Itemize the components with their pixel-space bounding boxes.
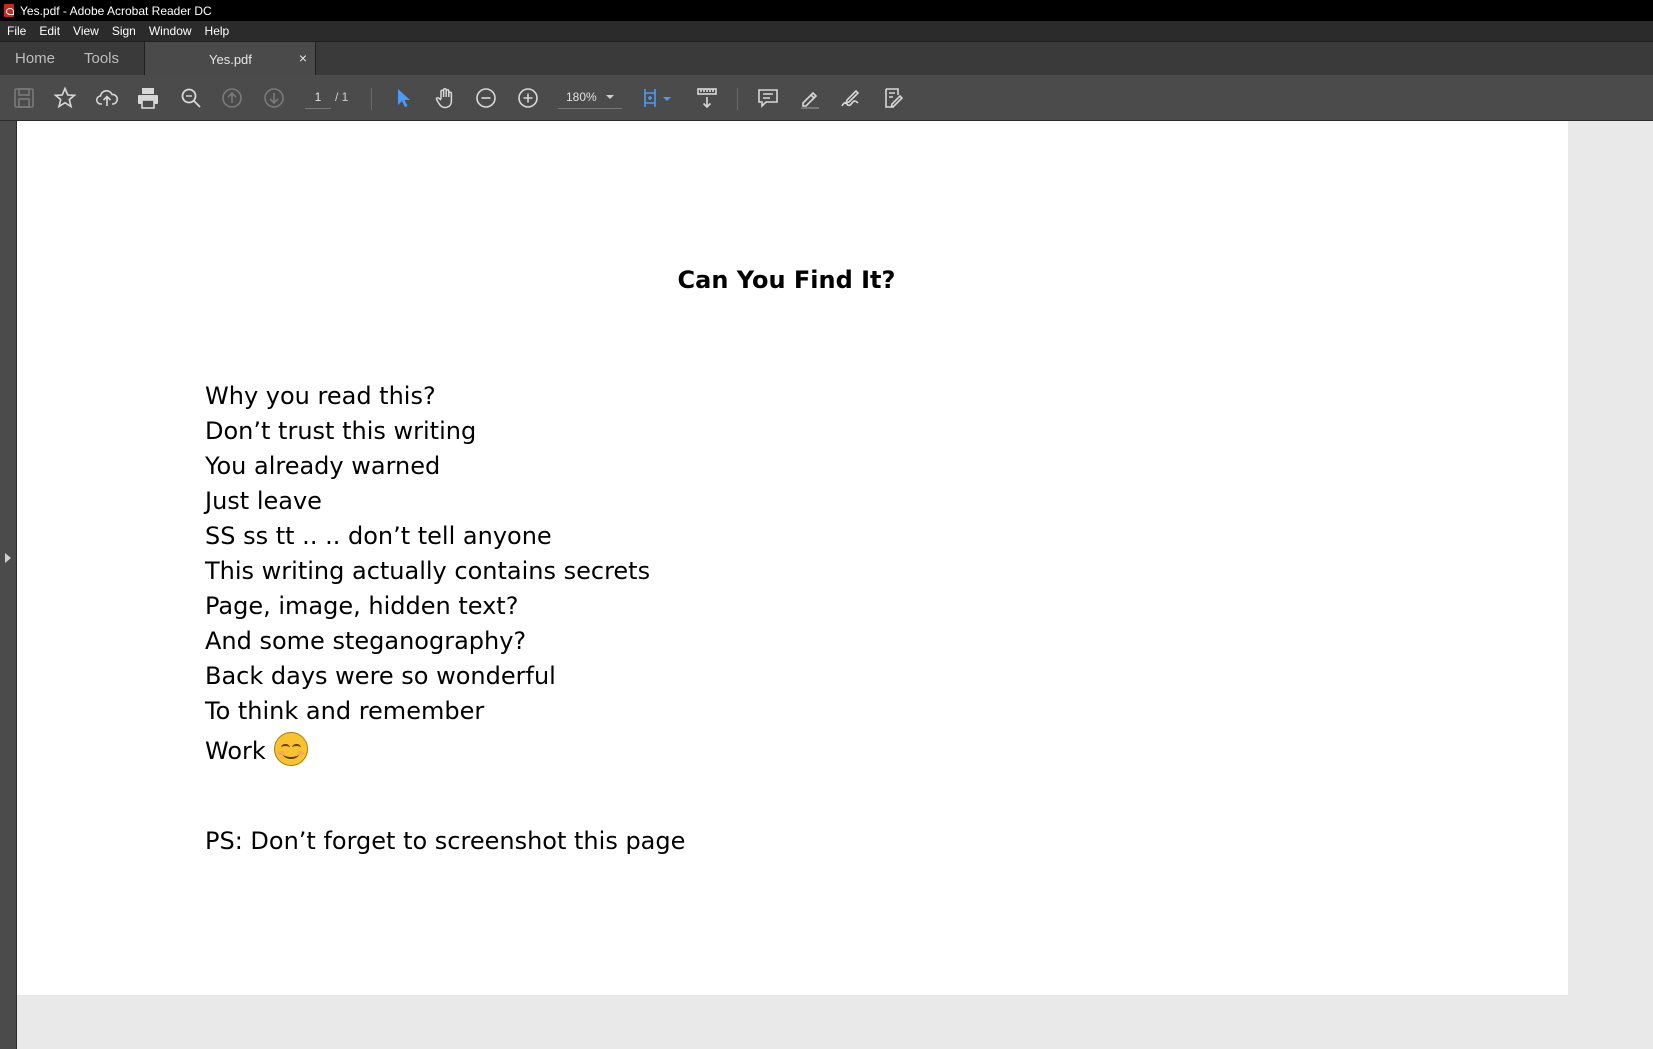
left-panel-rail[interactable] [0,121,17,1049]
document-line-work: Work [205,729,650,773]
document-line: SS ss tt .. .. don’t tell anyone [205,522,552,550]
cloud-upload-icon[interactable] [94,85,120,111]
tab-bar: Home Tools Yes.pdf × [0,41,1653,76]
tab-document-label: Yes.pdf [209,52,252,67]
fit-page-dropdown-icon[interactable] [660,85,674,111]
document-line: Why you read this? [205,382,436,410]
document-title: Can You Find It? [677,266,896,294]
zoom-level-select[interactable]: 180% [558,86,622,109]
toolbar-separator [737,88,738,110]
chevron-down-icon [606,95,614,99]
next-page-icon[interactable] [261,85,287,111]
document-line: You already warned [205,452,441,480]
toolbar-separator [371,88,372,110]
document-line: This writing actually contains secrets [205,557,651,585]
document-line: Just leave [205,487,322,515]
hand-tool-icon[interactable] [432,85,458,111]
document-line: Work [205,737,266,765]
close-icon[interactable]: × [299,50,307,66]
document-line: And some steganography? [205,627,527,655]
menu-file[interactable]: File [0,24,32,38]
document-line: To think and remember [205,697,485,725]
pdf-app-icon [4,4,14,17]
document-line: Page, image, hidden text? [205,592,519,620]
viewer-background [1568,121,1653,1049]
title-bar: Yes.pdf - Adobe Acrobat Reader DC [0,0,1653,21]
menu-view[interactable]: View [66,24,105,38]
fill-sign-icon[interactable] [880,85,906,111]
save-icon[interactable] [11,85,37,111]
document-line: Back days were so wonderful [205,662,556,690]
expand-panel-icon[interactable] [5,553,11,563]
document-line: Don’t trust this writing [205,417,477,445]
document-postscript: PS: Don’t forget to screenshot this page [205,827,686,855]
window-title: Yes.pdf - Adobe Acrobat Reader DC [20,3,212,18]
previous-page-icon[interactable] [219,85,245,111]
menu-window[interactable]: Window [142,24,198,38]
scroll-mode-icon[interactable] [694,85,720,111]
menu-sign[interactable]: Sign [105,24,142,38]
tab-tools[interactable]: Tools [84,42,119,76]
print-icon[interactable] [135,85,161,111]
search-icon[interactable] [178,85,204,111]
document-page: Can You Find It? Why you read this? Don’… [17,121,1568,995]
smiling-face-icon [273,732,308,766]
page-total: / 1 [335,90,349,104]
menu-bar: File Edit View Sign Window Help [0,21,1653,41]
zoom-out-icon[interactable] [473,85,499,111]
highlight-icon[interactable] [797,85,823,111]
tab-home[interactable]: Home [15,42,55,76]
page-number-input[interactable]: 1 [305,86,331,109]
menu-help[interactable]: Help [198,24,236,38]
zoom-level-value: 180% [566,90,597,104]
zoom-in-icon[interactable] [515,85,541,111]
sign-icon[interactable] [838,85,864,111]
toolbar [0,75,1653,121]
star-icon[interactable] [52,85,78,111]
select-cursor-icon[interactable] [390,85,416,111]
document-body: Why you read this? Don’t trust this writ… [205,379,650,773]
tab-document[interactable]: Yes.pdf × [144,42,316,76]
menu-edit[interactable]: Edit [32,24,66,38]
comment-icon[interactable] [755,85,781,111]
